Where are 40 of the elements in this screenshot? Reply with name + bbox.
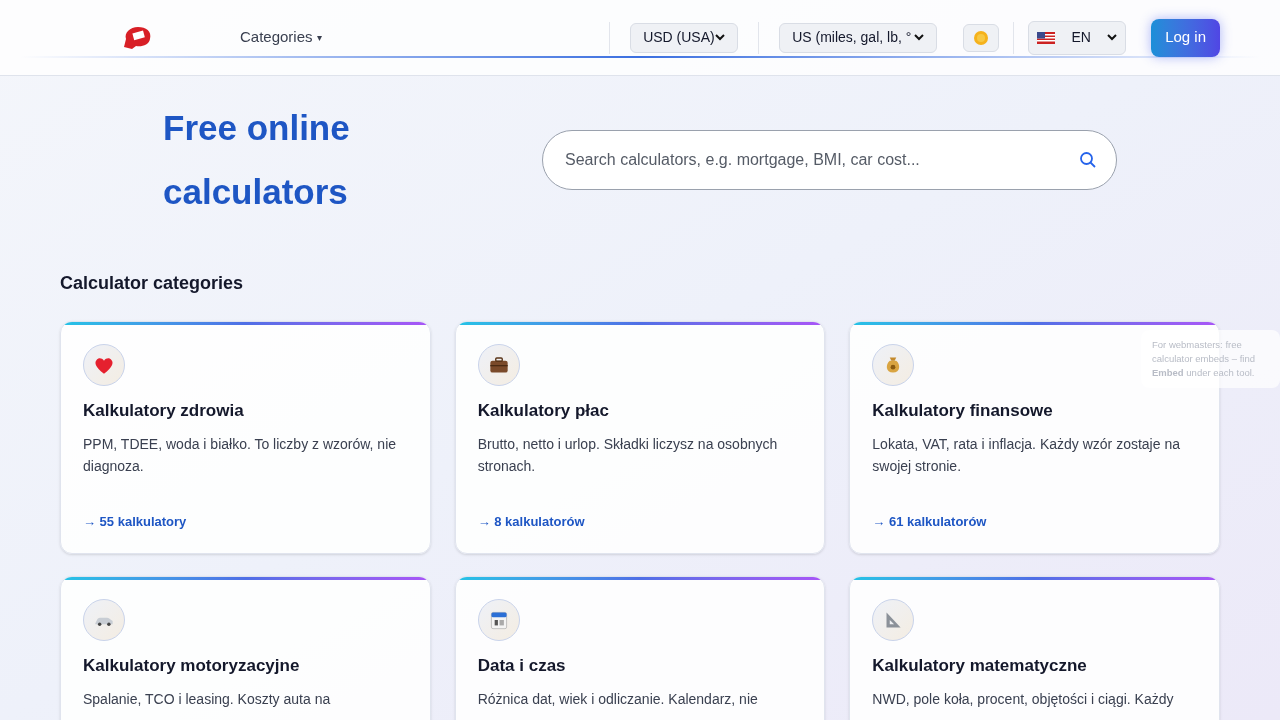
calculator-count-link[interactable]: → 55 kalkulatory — [83, 511, 408, 531]
currency-select[interactable]: USD (USA) — [630, 22, 739, 53]
moneybag-icon — [872, 344, 915, 386]
card-description: Lokata, VAT, rata i inflacja. Każdy wzór zostaje na swojej stronie. — [872, 434, 1181, 476]
briefcase-icon — [477, 344, 520, 386]
sun-icon — [973, 29, 990, 46]
card-title: Kalkulatory płac — [477, 400, 610, 422]
language-select[interactable]: EN — [1028, 20, 1127, 55]
calculator-count-link[interactable]: → 61 kalkulatorów — [872, 511, 1197, 531]
flag-icon — [1037, 31, 1056, 44]
card-description: Różnica dat, wiek i odliczanie. Kalendarz, nie — [477, 689, 759, 709]
chevron-icon — [914, 34, 925, 41]
theme-toggle[interactable] — [963, 23, 1000, 52]
card-title: Kalkulatory zdrowia — [83, 400, 245, 422]
category-card[interactable]: Kalkulatory płac Brutto, netto i urlop. Składki liczysz na osobnych stronach. → 8 kalkulatorów — [454, 321, 826, 554]
login-button[interactable]: Log in — [1151, 18, 1220, 57]
car-icon — [83, 599, 125, 641]
category-card[interactable]: Kalkulatory matematyczne NWD, pole koła, procent, objętości i ciągi. Każdy — [849, 576, 1220, 720]
category-card[interactable]: Kalkulatory motoryzacyjne Spalanie, TCO i leasing. Koszty auta na — [60, 576, 431, 720]
card-title: Data i czas — [477, 655, 567, 677]
calculator-count-link[interactable]: → 8 kalkulatorów — [477, 511, 803, 531]
section-title: Calculator categories — [60, 272, 245, 295]
card-description: NWD, pole koła, procent, objętości i ciągi. Każdy — [872, 689, 1175, 709]
card-title: Kalkulatory matematyczne — [872, 655, 1088, 677]
category-card[interactable]: Kalkulatory zdrowia PPM, TDEE, woda i białko. To liczby z wzorów, nie diagnoza. → 55 kalkulatory — [60, 321, 431, 554]
chevron-icon — [1107, 34, 1118, 41]
card-description: Brutto, netto i urlop. Składki liczysz na osobnych stronach. — [477, 434, 779, 476]
calendar-icon — [477, 599, 520, 641]
card-description: PPM, TDEE, woda i białko. To liczby z wzorów, nie diagnoza. — [83, 434, 398, 476]
card-title: Kalkulatory motoryzacyjne — [83, 655, 301, 677]
hero-title: Free online calculators — [163, 107, 351, 213]
card-title: Kalkulatory finansowe — [872, 400, 1054, 422]
category-card[interactable]: Data i czas Różnica dat, wiek i odliczanie. Kalendarz, nie — [454, 576, 826, 720]
search-field[interactable]: Search calculators, e.g. mortgage, BMI, car cost... — [542, 130, 1117, 190]
categories-menu[interactable]: Categories ▾ — [240, 26, 322, 49]
card-description: Spalanie, TCO i leasing. Koszty auta na — [83, 689, 332, 709]
search-icon[interactable] — [1079, 151, 1097, 169]
chevron-icon — [715, 34, 726, 41]
ruler-icon — [872, 599, 915, 641]
units-select[interactable]: US (miles, gal, lb, ° — [779, 22, 938, 53]
